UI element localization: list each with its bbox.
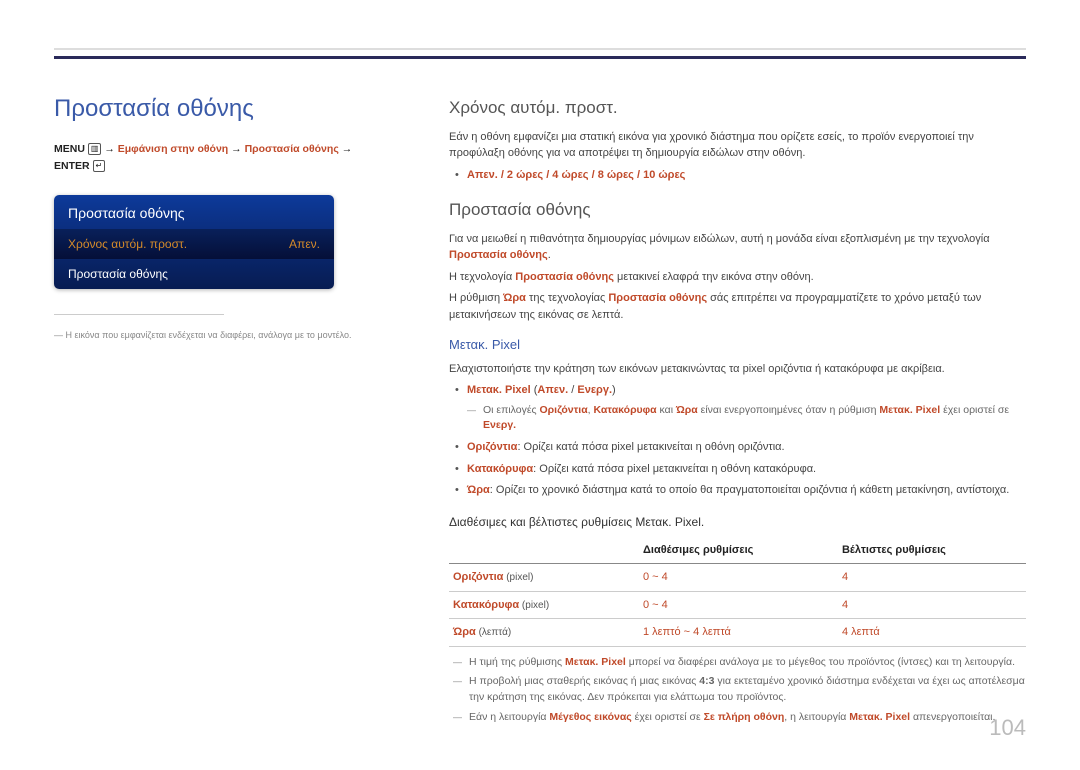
sec1-bullet-1-text: Απεν. / 2 ώρες / 4 ώρες / 8 ώρες / 10 ώρ… (467, 169, 685, 181)
pixel-heading: Μετακ. Pixel (449, 335, 1026, 355)
breadcrumb-seg-1: Εμφάνιση στην οθόνη (118, 143, 228, 155)
th-empty (449, 537, 639, 564)
pixel-bullet-4: Ώρα: Ορίζει το χρονικό διάστημα κατά το … (449, 482, 1026, 499)
osd-row1-label: Χρόνος αυτόμ. προστ. (68, 237, 187, 251)
left-footnote-text: Η εικόνα που εμφανίζεται ενδέχεται να δι… (66, 330, 352, 340)
page-number: 104 (989, 715, 1026, 741)
breadcrumb: MENU ▥ → Εμφάνιση στην οθόνη → Προστασία… (54, 141, 409, 175)
osd-row2-label: Προστασία οθόνης (68, 267, 168, 281)
enter-icon: ↵ (93, 160, 106, 172)
header-rule (54, 56, 1026, 59)
footnote-1: Η τιμή της ρύθμισης Μετακ. Pixel μπορεί … (453, 655, 1026, 671)
th-available: Διαθέσιμες ρυθμίσεις (639, 537, 838, 564)
pixel-footnotes: Η τιμή της ρύθμισης Μετακ. Pixel μπορεί … (453, 655, 1026, 726)
breadcrumb-menu-label: MENU (54, 143, 85, 155)
breadcrumb-arrow-2: → (231, 143, 244, 155)
sec1-title: Χρόνος αυτόμ. προστ. (449, 95, 1026, 121)
pixel-bullet-3: Κατακόρυφα: Ορίζει κατά πόσα pixel μετακ… (449, 461, 1026, 478)
breadcrumb-arrow-1: → (104, 143, 117, 155)
footnote-2: Η προβολή μιας σταθερής εικόνας ή μιας ε… (453, 674, 1026, 706)
sec2-title: Προστασία οθόνης (449, 197, 1026, 223)
sec2-p3: Η ρύθμιση Ώρα της τεχνολογίας Προστασία … (449, 290, 1026, 323)
osd-menu-panel: Προστασία οθόνης Χρόνος αυτόμ. προστ. Απ… (54, 195, 334, 289)
menu-icon: ▥ (88, 143, 102, 155)
sec1-bullets: Απεν. / 2 ώρες / 4 ώρες / 8 ώρες / 10 ώρ… (449, 167, 1026, 184)
sec1-bullet-1: Απεν. / 2 ώρες / 4 ώρες / 8 ώρες / 10 ώρ… (449, 167, 1026, 184)
settings-table: Διαθέσιμες ρυθμίσεις Βέλτιστες ρυθμίσεις… (449, 537, 1026, 647)
pixel-bullet-2: Οριζόντια: Ορίζει κατά πόσα pixel μετακι… (449, 439, 1026, 456)
osd-menu-row-2[interactable]: Προστασία οθόνης (54, 259, 334, 289)
table-row: Οριζόντια (pixel) 0 ~ 4 4 (449, 564, 1026, 592)
table-row: Κατακόρυφα (pixel) 0 ~ 4 4 (449, 591, 1026, 619)
osd-menu-row-1[interactable]: Χρόνος αυτόμ. προστ. Απεν. (54, 229, 334, 259)
page-title: Προστασία οθόνης (54, 95, 409, 123)
breadcrumb-arrow-3: → (342, 143, 353, 155)
table-header-row: Διαθέσιμες ρυθμίσεις Βέλτιστες ρυθμίσεις (449, 537, 1026, 564)
osd-row1-value: Απεν. (289, 237, 320, 251)
table-caption: Διαθέσιμες και βέλτιστες ρυθμίσεις Μετακ… (449, 513, 1026, 531)
pixel-bullet-1-sub: Οι επιλογές Οριζόντια, Κατακόρυφα και Ώρ… (467, 403, 1026, 435)
osd-menu-title: Προστασία οθόνης (54, 195, 334, 229)
breadcrumb-enter-label: ENTER (54, 160, 90, 172)
dash-icon: ― (54, 330, 63, 340)
pixel-bullets: Μετακ. Pixel (Απεν. / Ενεργ.) Οι επιλογέ… (449, 382, 1026, 499)
pixel-b1-subnote: Οι επιλογές Οριζόντια, Κατακόρυφα και Ώρ… (467, 403, 1026, 435)
page-content: Προστασία οθόνης MENU ▥ → Εμφάνιση στην … (0, 0, 1080, 770)
sec1-p1: Εάν η οθόνη εμφανίζει μια στατική εικόνα… (449, 129, 1026, 162)
sec2-p2: Η τεχνολογία Προστασία οθόνης μετακινεί … (449, 269, 1026, 286)
divider (54, 314, 224, 315)
sec2-p1: Για να μειωθεί η πιθανότητα δημιουργίας … (449, 231, 1026, 264)
th-best: Βέλτιστες ρυθμίσεις (838, 537, 1026, 564)
pixel-p1: Ελαχιστοποιήστε την κράτηση των εικόνων … (449, 361, 1026, 378)
left-column: Προστασία οθόνης MENU ▥ → Εμφάνιση στην … (54, 95, 409, 730)
pixel-bullet-1: Μετακ. Pixel (Απεν. / Ενεργ.) Οι επιλογέ… (449, 382, 1026, 434)
breadcrumb-seg-2: Προστασία οθόνης (245, 143, 339, 155)
left-footnote: ― Η εικόνα που εμφανίζεται ενδέχεται να … (54, 329, 409, 342)
right-column: Χρόνος αυτόμ. προστ. Εάν η οθόνη εμφανίζ… (449, 95, 1026, 730)
footnote-3: Εάν η λειτουργία Μέγεθος εικόνας έχει ορ… (453, 710, 1026, 726)
table-row: Ώρα (λεπτά) 1 λεπτό ~ 4 λεπτά 4 λεπτά (449, 619, 1026, 647)
